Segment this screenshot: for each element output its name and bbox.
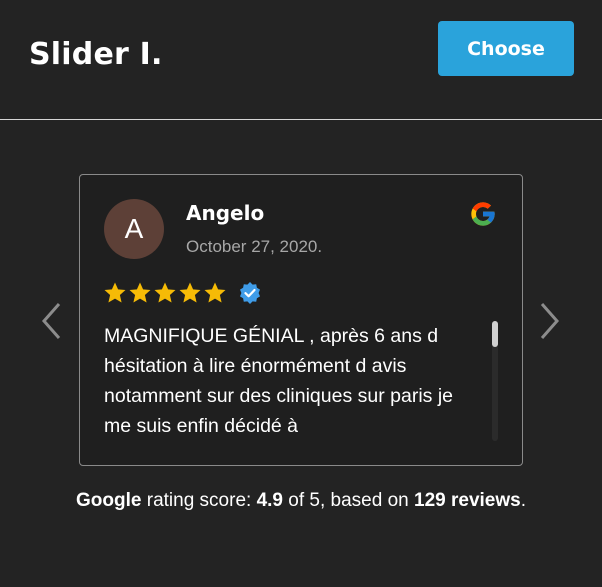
summary-label-of: of 5, based on xyxy=(283,490,414,511)
star-icon xyxy=(179,282,201,303)
previous-arrow-icon[interactable] xyxy=(39,300,63,342)
summary-brand: Google xyxy=(76,490,142,511)
page-title: Slider I. xyxy=(29,37,163,72)
review-text[interactable]: MAGNIFIQUE GÉNIAL , après 6 ans d hésita… xyxy=(104,321,476,441)
header: Slider I. Choose xyxy=(0,0,602,120)
star-icon xyxy=(204,282,226,303)
verified-badge-icon xyxy=(240,282,260,304)
next-arrow-icon[interactable] xyxy=(538,300,562,342)
scrollbar-thumb[interactable] xyxy=(492,321,498,347)
google-icon xyxy=(471,202,495,226)
review-scrollbar[interactable] xyxy=(492,321,498,441)
choose-button[interactable]: Choose xyxy=(438,21,574,76)
reviewer-name: Angelo xyxy=(186,201,265,225)
review-date: October 27, 2020. xyxy=(186,237,323,256)
review-card: A Angelo October 27, 2020. MAGNIFIQUE GÉ… xyxy=(79,174,523,466)
star-icon xyxy=(154,282,176,303)
avatar: A xyxy=(104,199,164,259)
rating-stars xyxy=(103,281,262,305)
summary-score: 4.9 xyxy=(256,490,283,511)
summary-label-score: rating score: xyxy=(141,490,257,511)
star-icon xyxy=(129,282,151,303)
summary-end: . xyxy=(520,490,526,511)
star-icon xyxy=(104,282,126,303)
rating-summary: Google rating score: 4.9 of 5, based on … xyxy=(0,490,602,512)
summary-review-count: 129 reviews xyxy=(414,490,521,511)
